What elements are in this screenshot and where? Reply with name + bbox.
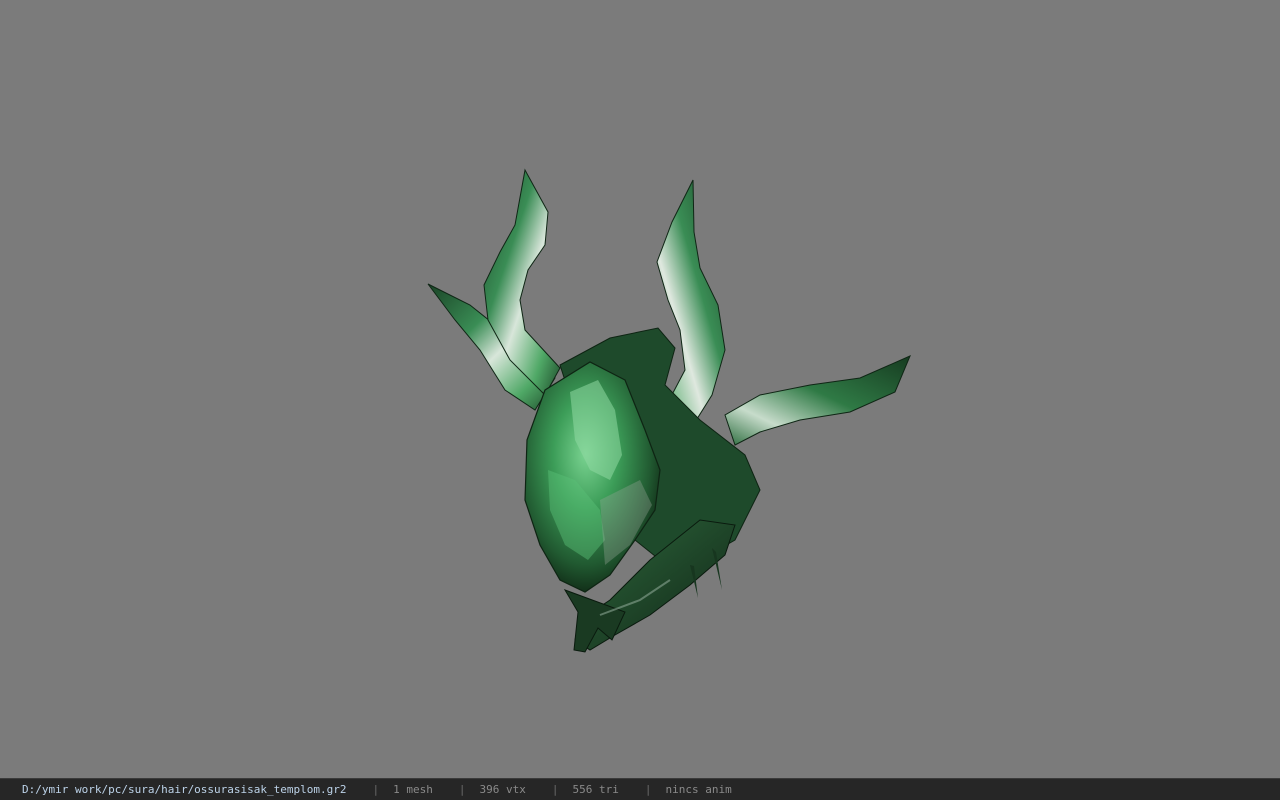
right-side-horn (724, 355, 911, 446)
file-path: D:/ymir work/pc/sura/hair/ossurasisak_te… (22, 783, 347, 796)
status-separator: | (644, 783, 652, 796)
triangle-count: 556 tri (572, 783, 619, 796)
mesh-count: 1 mesh (393, 783, 433, 796)
status-bar: D:/ymir work/pc/sura/hair/ossurasisak_te… (0, 778, 1280, 800)
model-viewport[interactable] (0, 0, 1280, 778)
animation-status: nincs anim (665, 783, 732, 796)
helmet-model-render (427, 168, 911, 653)
status-separator: | (551, 783, 559, 796)
status-separator: | (458, 783, 466, 796)
status-separator: | (372, 783, 380, 796)
vertex-count: 396 vtx (479, 783, 526, 796)
